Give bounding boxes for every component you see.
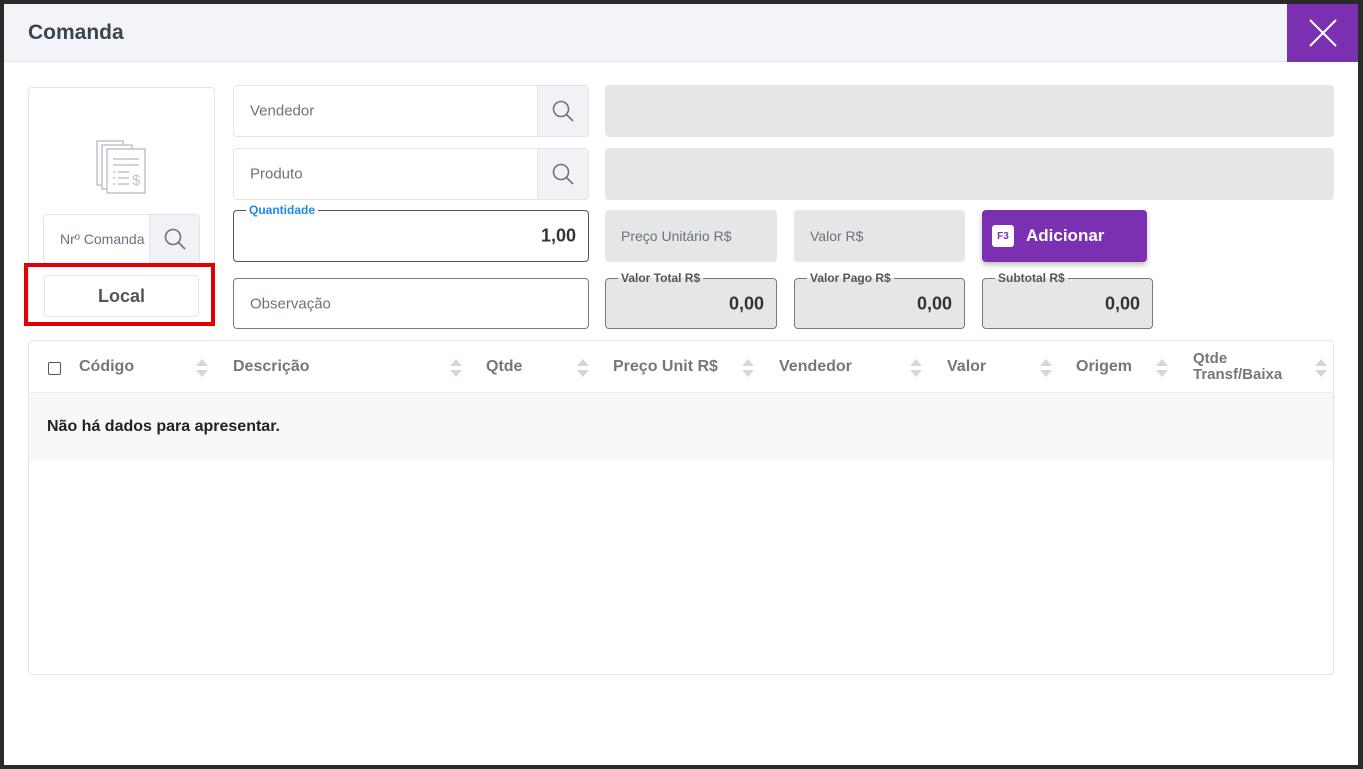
vendedor-display [605, 85, 1334, 137]
search-icon [552, 163, 574, 185]
produto-field[interactable]: Produto [233, 148, 589, 200]
adicionar-label: Adicionar [1026, 226, 1105, 245]
sort-icon[interactable] [909, 357, 923, 379]
comanda-number-label: Nrº Comanda [60, 231, 145, 247]
quantidade-input[interactable]: Quantidade 1,00 [233, 202, 589, 262]
sort-icon[interactable] [741, 357, 755, 379]
search-icon [552, 100, 574, 122]
svg-text:$: $ [132, 172, 141, 189]
column-header-qtde[interactable]: Qtde [486, 341, 522, 393]
vendedor-search-button[interactable] [537, 86, 588, 136]
vendedor-field[interactable]: Vendedor [233, 85, 589, 137]
column-header-codigo[interactable]: Código [79, 341, 134, 393]
subtotal-value: 0,00 [1104, 293, 1140, 313]
valor-total-field: Valor Total R$ 0,00 [605, 270, 777, 329]
document-list-icon: $ [96, 140, 146, 194]
column-header-preco-unit[interactable]: Preço Unit R$ [613, 341, 718, 393]
sort-icon[interactable] [576, 357, 590, 379]
comanda-number-field[interactable]: Nrº Comanda [43, 214, 200, 264]
observacao-label: Observação [250, 295, 331, 312]
column-label: Código [79, 358, 135, 375]
valor-total-label: Valor Total R$ [618, 270, 704, 286]
modal-title: Comanda [28, 21, 124, 44]
column-header-qtde-transf-baixa[interactable]: Qtde Transf/Baixa [1193, 341, 1303, 393]
column-header-descricao[interactable]: Descrição [233, 341, 310, 393]
produto-display [605, 148, 1334, 200]
quantidade-value: 1,00 [540, 225, 576, 246]
observacao-input[interactable]: Observação [233, 278, 589, 329]
comanda-search-button[interactable] [149, 215, 199, 263]
table-header: Código Descrição Qtde Preço Unit R$ Vend… [29, 341, 1333, 393]
column-header-origem[interactable]: Origem [1076, 341, 1132, 393]
valor-pago-label: Valor Pago R$ [807, 270, 894, 286]
local-button[interactable]: Local [44, 275, 199, 317]
empty-row: Não há dados para apresentar. [29, 393, 1333, 461]
close-icon [1308, 19, 1337, 47]
f3-shortcut-badge: F3 [992, 225, 1014, 247]
sort-icon[interactable] [1155, 357, 1169, 379]
column-header-valor[interactable]: Valor [947, 341, 986, 393]
preco-unitario-field: Preço Unitário R$ [605, 210, 777, 262]
valor-label: Valor R$ [810, 228, 864, 244]
valor-pago-field: Valor Pago R$ 0,00 [794, 270, 965, 329]
comanda-modal: Comanda $ Nrº Comanda Local Vendedor Pro… [4, 4, 1358, 765]
close-button[interactable] [1287, 4, 1358, 62]
column-label: Qtde Transf/Baixa [1193, 350, 1283, 383]
search-icon [164, 228, 186, 250]
column-label: Vendedor [779, 358, 852, 375]
valor-total-value: 0,00 [728, 293, 764, 313]
items-table: Código Descrição Qtde Preço Unit R$ Vend… [28, 340, 1334, 675]
column-label: Preço Unit R$ [613, 358, 718, 375]
column-label: Origem [1076, 358, 1133, 375]
adicionar-button[interactable]: F3 Adicionar [982, 210, 1147, 262]
subtotal-field: Subtotal R$ 0,00 [982, 270, 1153, 329]
sort-icon[interactable] [195, 357, 209, 379]
sort-icon[interactable] [449, 357, 463, 379]
subtotal-label: Subtotal R$ [995, 270, 1068, 286]
column-header-vendedor[interactable]: Vendedor [779, 341, 852, 393]
produto-label: Produto [250, 165, 303, 183]
valor-pago-value: 0,00 [916, 293, 952, 313]
valor-field: Valor R$ [794, 210, 965, 262]
column-label: Descrição [233, 358, 310, 375]
column-label: Qtde [486, 358, 523, 375]
modal-header: Comanda [4, 4, 1358, 62]
select-all-checkbox[interactable] [48, 362, 61, 375]
column-label: Valor [947, 358, 987, 375]
produto-search-button[interactable] [537, 149, 588, 199]
preco-unitario-label: Preço Unitário R$ [621, 228, 732, 244]
sort-icon[interactable] [1314, 357, 1328, 379]
sort-icon[interactable] [1039, 357, 1053, 379]
quantidade-label: Quantidade [246, 202, 319, 218]
empty-message: Não há dados para apresentar. [47, 418, 280, 435]
vendedor-label: Vendedor [250, 102, 315, 120]
